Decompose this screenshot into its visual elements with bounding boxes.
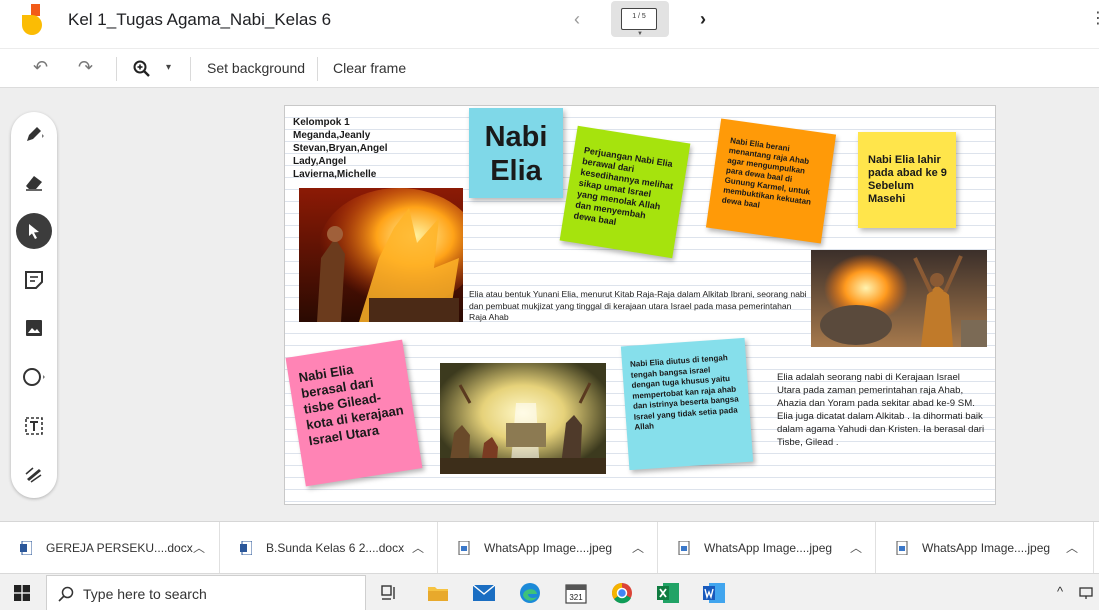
description-paragraph-2[interactable]: Elia adalah seorang nabi di Kerajaan Isr…: [777, 371, 985, 449]
group-line: Stevan,Bryan,Angel: [293, 143, 388, 154]
shape-tool[interactable]: [16, 359, 52, 395]
taskbar-search-box[interactable]: Type here to search: [46, 575, 366, 610]
eraser-icon: [26, 176, 42, 191]
download-item[interactable]: WhatsApp Image....jpeg ︿: [438, 522, 658, 574]
next-frame-button[interactable]: ›: [692, 8, 714, 30]
chrome-browser-icon[interactable]: [610, 581, 634, 605]
windows-taskbar: Type here to search 321 ^: [0, 573, 1099, 610]
image-icon: [26, 320, 42, 336]
app-header: Kel 1_Tugas Agama_Nabi_Kelas 6 ‹ 1 / 5 ▼…: [0, 0, 1099, 48]
download-item[interactable]: WhatsApp Image....jpeg ︿: [876, 522, 1094, 574]
title-sticky-note[interactable]: Nabi Elia: [469, 108, 563, 198]
toolbar-divider: [190, 57, 191, 81]
zoom-icon[interactable]: [133, 60, 151, 78]
windows-start-icon[interactable]: [14, 585, 30, 601]
text-box-tool[interactable]: [16, 408, 52, 444]
image-file-icon: [458, 541, 470, 555]
show-hidden-icons-button[interactable]: ^: [1057, 584, 1063, 599]
more-options-icon[interactable]: ⋮: [1090, 8, 1099, 28]
download-item[interactable]: B.Sunda Kelas 6 2....docx ︿: [220, 522, 438, 574]
zoom-dropdown-icon[interactable]: ▾: [166, 62, 171, 73]
chevron-up-icon[interactable]: ︿: [850, 539, 862, 556]
download-item[interactable]: GEREJA PERSEKU....docx ︿: [0, 522, 220, 574]
group-line: Meganda,Jeanly: [293, 130, 371, 141]
previous-frame-button[interactable]: ‹: [566, 8, 588, 30]
chevron-up-icon[interactable]: ︿: [1066, 539, 1078, 556]
redo-button[interactable]: ↷: [78, 57, 93, 78]
edge-browser-icon[interactable]: [518, 581, 542, 605]
download-filename: GEREJA PERSEKU....docx: [46, 541, 193, 555]
pen-icon: [27, 127, 44, 141]
pen-tool[interactable]: [16, 116, 52, 152]
title-line: Nabi: [484, 121, 548, 153]
word-icon[interactable]: [702, 581, 726, 605]
undo-button[interactable]: ↶: [33, 57, 48, 78]
chevron-up-icon[interactable]: ︿: [412, 539, 424, 556]
download-filename: WhatsApp Image....jpeg: [484, 541, 613, 555]
sticky-note-tool[interactable]: [16, 262, 52, 298]
calendar-day-number: 321: [569, 593, 583, 602]
image-file-icon: [896, 541, 908, 555]
chevron-up-icon[interactable]: ︿: [193, 539, 205, 556]
image-tool[interactable]: [16, 310, 52, 346]
eraser-tool[interactable]: [16, 164, 52, 200]
cursor-arrow-icon: [29, 224, 39, 239]
description-paragraph-1[interactable]: Elia atau bentuk Yunani Elia, menurut Ki…: [469, 289, 809, 324]
circle-shape-icon: [23, 368, 45, 386]
title-line: Elia: [490, 155, 542, 187]
search-placeholder: Type here to search: [83, 586, 207, 602]
downloads-bar: GEREJA PERSEKU....docx ︿ B.Sunda Kelas 6…: [0, 521, 1099, 574]
word-file-icon: [240, 541, 252, 555]
elijah-fire-image[interactable]: [299, 188, 463, 322]
orange-sticky-note[interactable]: Nabi Elia berani menantang raja Ahab aga…: [705, 118, 837, 244]
download-filename: WhatsApp Image....jpeg: [704, 541, 833, 555]
excel-icon[interactable]: [656, 581, 680, 605]
group-line: Kelompok 1: [293, 117, 350, 128]
yellow-sticky-note[interactable]: Nabi Elia lahir pada abad ke 9 Sebelum M…: [858, 132, 956, 228]
green-sticky-note[interactable]: Perjuangan Nabi Elia berawal dari kesedi…: [559, 125, 691, 259]
document-title[interactable]: Kel 1_Tugas Agama_Nabi_Kelas 6: [68, 10, 331, 30]
network-icon[interactable]: [1079, 586, 1093, 600]
group-line: Lady,Angel: [293, 156, 347, 167]
task-view-icon[interactable]: [378, 581, 402, 605]
select-tool[interactable]: [16, 213, 52, 249]
jamboard-frame[interactable]: Kelompok 1 Meganda,Jeanly Stevan,Bryan,A…: [284, 105, 996, 505]
laser-tool[interactable]: [16, 456, 52, 492]
group-members-text[interactable]: Kelompok 1 Meganda,Jeanly Stevan,Bryan,A…: [293, 116, 387, 181]
sticky-note-icon: [25, 271, 43, 289]
chevron-down-icon: ▼: [637, 31, 643, 37]
group-line: Lavierna,Michelle: [293, 169, 377, 180]
set-background-button[interactable]: Set background: [207, 60, 305, 76]
image-file-icon: [678, 541, 690, 555]
pink-sticky-note[interactable]: Nabi Elia berasal dari tisbe Gilead-kota…: [285, 339, 423, 487]
toolbar-divider: [116, 57, 117, 81]
frames-icon: 1 / 5: [617, 5, 657, 30]
tool-palette: [11, 112, 57, 498]
download-filename: WhatsApp Image....jpeg: [922, 541, 1051, 555]
toolbar-divider: [317, 57, 318, 81]
file-explorer-icon[interactable]: [426, 581, 450, 605]
jamboard-logo-icon[interactable]: [22, 4, 46, 36]
chevron-up-icon[interactable]: ︿: [632, 539, 644, 556]
cyan-sticky-note[interactable]: Nabi Elia diutus di tengah tengah bangsa…: [620, 337, 754, 471]
frame-counter: 1 / 5: [632, 13, 646, 20]
prophets-of-baal-image[interactable]: [440, 363, 606, 474]
clear-frame-button[interactable]: Clear frame: [333, 60, 406, 76]
mail-icon[interactable]: [472, 581, 496, 605]
text-box-icon: [25, 417, 43, 435]
search-icon: [58, 586, 74, 602]
frame-bar-toggle[interactable]: 1 / 5 ▼: [611, 1, 669, 37]
calendar-app-icon[interactable]: 321: [564, 581, 588, 605]
laser-pointer-icon: [25, 467, 42, 483]
word-file-icon: [20, 541, 32, 555]
elijah-altar-image[interactable]: [811, 250, 987, 347]
editing-toolbar: ↶ ↷ ▾ Set background Clear frame: [0, 48, 1099, 88]
download-filename: B.Sunda Kelas 6 2....docx: [266, 541, 405, 555]
download-item[interactable]: WhatsApp Image....jpeg ︿: [658, 522, 876, 574]
